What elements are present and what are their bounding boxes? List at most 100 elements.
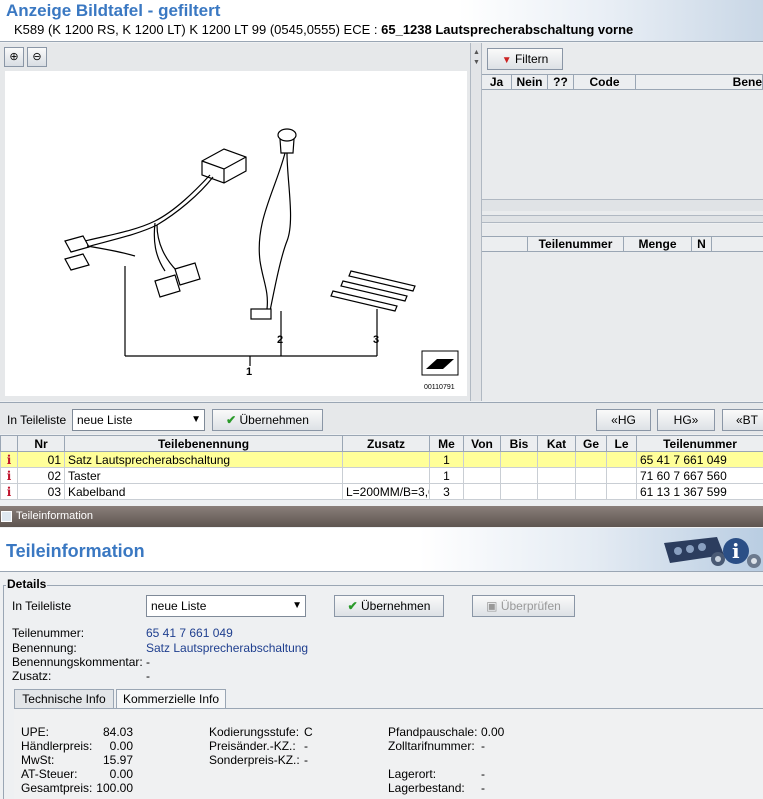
horizontal-scrollbar[interactable] [482, 199, 763, 211]
col-teilenummer[interactable]: Teilenummer [528, 237, 624, 251]
subtitle-group: 65_1238 Lautsprecherabschaltung vorne [381, 22, 634, 37]
col-ja[interactable]: Ja [482, 75, 512, 89]
zolltarif-value: - [481, 739, 485, 753]
cell-teilenummer: 71 60 7 667 560 [636, 467, 763, 484]
vertical-splitter[interactable]: ▲ ▼ [470, 43, 482, 401]
parts-diagram-drawing: 1 2 3 00110791 [64, 128, 459, 391]
cell-me: 1 [429, 451, 464, 468]
diagram-ref: 00110791 [424, 384, 455, 391]
col-me[interactable]: Me [429, 435, 464, 452]
info-icon[interactable]: i [0, 451, 18, 468]
col-nein[interactable]: Nein [512, 75, 548, 89]
zoom-out-icon: ⊖ [32, 51, 42, 63]
cell-von [463, 467, 501, 484]
in-teileliste-label: In Teileliste [7, 413, 67, 427]
window-icon [1, 511, 12, 522]
parts-list-toolbar: In Teileliste neue Liste ▼ ✔ Übernehmen «… [0, 402, 763, 434]
cell-bis [500, 451, 538, 468]
parts-info-logo-icon: i [664, 537, 761, 568]
cell-bis [500, 467, 538, 484]
teilenummer-label: Teilenummer: [12, 626, 85, 640]
cell-le [606, 451, 637, 468]
filter-table-header: Ja Nein ?? Code Bene [482, 74, 763, 90]
parts-subpanel: Teilenummer Menge N [482, 224, 763, 401]
pfandpauschale-value: 0.00 [481, 725, 505, 739]
cell-zusatz [342, 467, 430, 484]
col-ge[interactable]: Ge [575, 435, 607, 452]
col-von[interactable]: Von [463, 435, 501, 452]
cell-nr: 01 [17, 451, 65, 468]
table-row[interactable]: i 01 Satz Lautsprecherabschaltung 1 65 4… [0, 451, 763, 468]
details-label: Details [6, 577, 48, 591]
col-teilebenennung[interactable]: Teilebenennung [64, 435, 343, 452]
svg-text:i: i [732, 539, 740, 563]
zoom-out-button[interactable]: ⊖ [27, 47, 47, 67]
cell-zusatz: L=200MM/B=3,6MM [342, 483, 430, 500]
benennung-value: Satz Lautsprecherabschaltung [146, 641, 309, 655]
bt-button[interactable]: «BT [722, 409, 763, 431]
cell-le [606, 483, 637, 500]
info-title: Teileinformation [6, 541, 145, 561]
col-n[interactable]: N [692, 237, 712, 251]
next-hg-button[interactable]: HG» [657, 409, 715, 431]
cell-teilenummer: 61 13 1 367 599 [636, 483, 763, 500]
cell-von [463, 483, 501, 500]
split-arrow-icon: ▲ [473, 49, 480, 56]
filter-button[interactable]: ▼ Filtern [487, 48, 563, 70]
cell-kat [537, 483, 576, 500]
at-steuer-value: 0.00 [109, 767, 133, 781]
kodierungsstufe-value: C [304, 725, 313, 739]
col-bis[interactable]: Bis [500, 435, 538, 452]
col-menge[interactable]: Menge [624, 237, 692, 251]
info-teileliste-select[interactable]: neue Liste ▼ [146, 595, 306, 617]
zoom-in-button[interactable]: ⊕ [4, 47, 24, 67]
cell-ge [575, 483, 607, 500]
col-unknown[interactable]: ?? [548, 75, 574, 89]
info-icon[interactable]: i [0, 483, 18, 500]
col-le[interactable]: Le [606, 435, 637, 452]
window-header: Anzeige Bildtafel - gefiltert K589 (K 12… [0, 0, 763, 42]
col-kat[interactable]: Kat [537, 435, 576, 452]
diagram-label-3: 3 [373, 334, 379, 346]
col-nr[interactable]: Nr [17, 435, 65, 452]
apply-button[interactable]: ✔ Übernehmen [212, 409, 323, 431]
diagram-panel: ⊕ ⊖ 1 2 3 00110791 [0, 43, 476, 401]
cell-name: Kabelband [64, 483, 343, 500]
tab-kommerzielle-info[interactable]: Kommerzielle Info [116, 689, 226, 709]
kodierungsstufe-label: Kodierungsstufe: [209, 725, 300, 739]
cell-teilenummer: 65 41 7 661 049 [636, 451, 763, 468]
table-row[interactable]: i 02 Taster 1 71 60 7 667 560 [0, 467, 763, 484]
prev-hg-button[interactable]: «HG [596, 409, 651, 431]
cell-le [606, 467, 637, 484]
lagerbestand-value: - [481, 781, 485, 795]
col-blank [482, 237, 528, 251]
col-zusatz[interactable]: Zusatz [342, 435, 430, 452]
haendlerpreis-label: Händlerpreis: [21, 739, 93, 753]
zusatz-label: Zusatz: [12, 669, 52, 683]
filter-panel: ▼ Filtern Ja Nein ?? Code Bene [482, 43, 763, 215]
kommentar-value: - [146, 655, 150, 669]
table-row[interactable]: i 03 Kabelband L=200MM/B=3,6MM 3 61 13 1… [0, 483, 763, 500]
kommentar-label: Benennungskommentar: [12, 655, 143, 669]
parts-sub-header: Teilenummer Menge N [482, 236, 763, 252]
col-benennung[interactable]: Bene [636, 75, 763, 89]
teileliste-select[interactable]: neue Liste ▼ [72, 409, 205, 431]
check-button[interactable]: ▣ Überprüfen [472, 595, 575, 617]
col-code[interactable]: Code [574, 75, 636, 89]
col-teilenummer[interactable]: Teilenummer [636, 435, 763, 452]
chevron-down-icon: ▼ [292, 600, 302, 611]
at-steuer-label: AT-Steuer: [21, 767, 78, 781]
lagerort-label: Lagerort: [388, 767, 437, 781]
col-icon [0, 435, 18, 452]
lagerbestand-label: Lagerbestand: [388, 781, 465, 795]
pfandpauschale-label: Pfandpauschale: [388, 725, 478, 739]
info-icon[interactable]: i [0, 467, 18, 484]
sonderpreis-value: - [304, 753, 308, 767]
tab-technische-info[interactable]: Technische Info [14, 689, 114, 709]
parts-diagram[interactable]: 1 2 3 00110791 [5, 71, 467, 396]
info-apply-button[interactable]: ✔ Übernehmen [334, 595, 444, 617]
preisaender-value: - [304, 739, 308, 753]
mwst-value: 15.97 [102, 753, 133, 767]
zolltarif-label: Zolltarifnummer: [388, 739, 475, 753]
horizontal-splitter[interactable] [482, 215, 763, 223]
